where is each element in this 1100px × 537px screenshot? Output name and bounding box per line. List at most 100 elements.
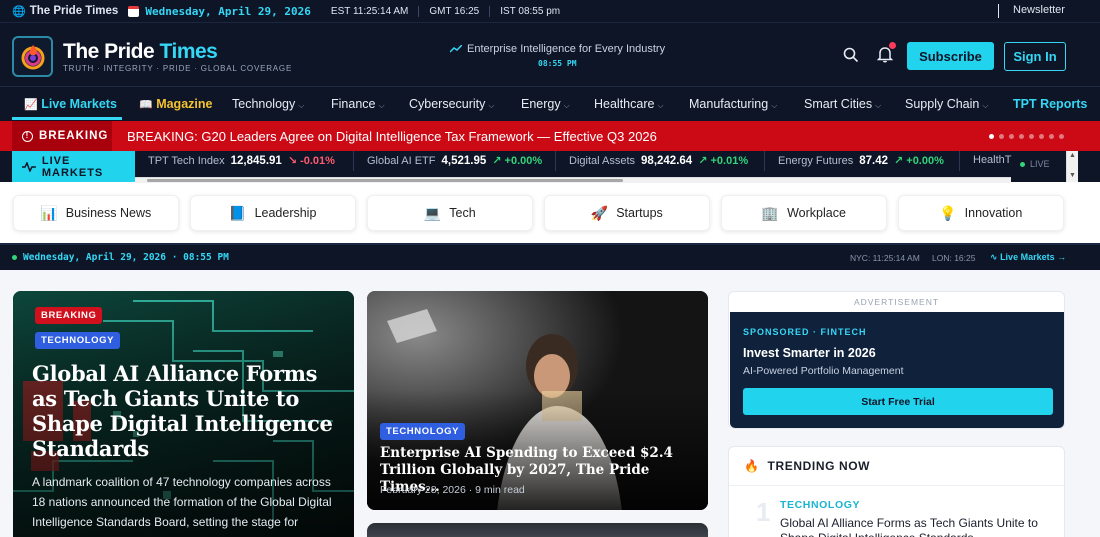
article-card[interactable] (367, 523, 708, 537)
pager-dot[interactable] (989, 134, 994, 139)
trending-headline[interactable]: Global AI Alliance Forms as Tech Giants … (780, 516, 1050, 537)
notification-dot (889, 42, 896, 49)
london-clock: LON: 16:25 (932, 253, 976, 263)
category-leadership[interactable]: 📘 Leadership (190, 195, 356, 231)
category-badge[interactable]: TECHNOLOGY (380, 423, 466, 440)
category-business-news[interactable]: 📊 Business News (13, 195, 179, 231)
ticker-item[interactable]: HealthT (973, 154, 1012, 166)
chevron-down-icon: ⌵ (657, 101, 664, 110)
ticker-label: LIVE MARKETS (12, 151, 135, 182)
rocket-icon: 🚀 (590, 204, 608, 221)
ticker-divider (555, 151, 556, 171)
ad-banner[interactable]: SPONSORED · FINTECH Invest Smarter in 20… (730, 312, 1064, 428)
nav-magazine[interactable]: 📖 Magazine (139, 97, 212, 111)
header-time: 08:55 PM (538, 59, 577, 68)
live-dot-icon (1020, 161, 1025, 167)
nav-supply-chain[interactable]: Supply Chain ⌵ (905, 97, 988, 111)
pager-dot[interactable] (999, 134, 1004, 139)
alert-icon: ! (22, 130, 33, 142)
breaking-label: ! BREAKING (12, 121, 112, 151)
category-startups[interactable]: 🚀 Startups (544, 195, 710, 231)
ticker-item[interactable]: Energy Futures 87.42 ↗ +0.00% (778, 154, 944, 167)
gmt-clock: GMT 16:25 (418, 5, 479, 17)
breaking-badge: BREAKING (35, 307, 103, 324)
chart-icon: 📊 (40, 204, 58, 221)
pager-dot[interactable] (1039, 134, 1044, 139)
trend-up-icon: ↗ (492, 155, 502, 167)
nav-technology[interactable]: Technology ⌵ (232, 97, 304, 111)
pager-dot[interactable] (1029, 134, 1034, 139)
nav-cybersecurity[interactable]: Cybersecurity ⌵ (409, 97, 495, 111)
search-icon[interactable] (843, 47, 859, 63)
hero-article-card[interactable]: BREAKING TECHNOLOGY Global AI Alliance F… (13, 291, 354, 537)
pager-dot[interactable] (1009, 134, 1014, 139)
article-card[interactable]: TECHNOLOGY Enterprise AI Spending to Exc… (367, 291, 708, 510)
live-indicator: LIVE (1020, 159, 1050, 169)
trend-up-icon: ↗ (893, 155, 904, 167)
scroll-down-icon[interactable]: ▼ (1069, 172, 1076, 179)
chevron-down-icon: ⌵ (771, 101, 778, 110)
ad-sponsor: SPONSORED · FINTECH (743, 327, 867, 337)
newsletter-link[interactable]: Newsletter (1013, 4, 1065, 16)
nav-manufacturing[interactable]: Manufacturing ⌵ (689, 97, 777, 111)
scroll-up-icon[interactable]: ▲ (1069, 152, 1076, 159)
header-tagline: Enterprise Intelligence for Every Indust… (450, 43, 670, 55)
chevron-down-icon: ⌵ (563, 101, 570, 110)
logo-wordmark[interactable]: The Pride Times (63, 40, 218, 64)
active-nav-indicator (12, 117, 122, 120)
pulse-icon: ∿ (990, 252, 998, 262)
main-nav: 📈 Live Markets 📖 Magazine Technology ⌵ Fi… (0, 86, 1100, 121)
sign-in-button[interactable]: Sign In (1004, 42, 1066, 71)
category-workplace[interactable]: 🏢 Workplace (721, 195, 887, 231)
trend-down-icon: ↘ (287, 155, 298, 167)
date-strip-live-markets-link[interactable]: ∿ Live Markets → (990, 252, 1066, 263)
ticker-item[interactable]: TPT Tech Index 12,845.91 ↘ -0.01% (148, 154, 335, 167)
advertisement: ADVERTISEMENT SPONSORED · FINTECH Invest… (728, 291, 1065, 429)
trending-header: 🔥 TRENDING NOW (744, 459, 871, 473)
hero-excerpt: A landmark coalition of 47 technology co… (32, 475, 332, 537)
ad-subtitle: AI-Powered Portfolio Management (743, 365, 904, 377)
pulse-icon (22, 161, 36, 172)
trend-up-icon (450, 45, 462, 53)
subscribe-button[interactable]: Subscribe (907, 42, 994, 70)
category-tech[interactable]: 💻 Tech (367, 195, 533, 231)
book-icon: 📘 (228, 204, 247, 221)
flame-icon: 🔥 (744, 459, 760, 473)
breaking-pager (989, 134, 1064, 139)
bulb-icon: 💡 (938, 204, 957, 221)
ticker-item[interactable]: Global AI ETF 4,521.95 ↗ +0.00% (367, 154, 542, 167)
nav-tpt-reports[interactable]: TPT Reports (1013, 97, 1087, 111)
pager-dot[interactable] (1019, 134, 1024, 139)
top-brand[interactable]: 🌐 The Pride Times (0, 5, 118, 18)
breaking-bar: ! BREAKING BREAKING: G20 Leaders Agree o… (0, 121, 1100, 151)
chevron-down-icon: ⌵ (488, 101, 495, 110)
ticker-divider (353, 151, 354, 171)
hero-title[interactable]: Global AI Alliance Forms as Tech Giants … (32, 361, 337, 461)
nav-live-markets[interactable]: 📈 Live Markets (24, 97, 117, 111)
nyc-clock: NYC: 11:25:14 AM (850, 253, 920, 263)
scrollbar-thumb[interactable] (147, 179, 623, 182)
ticker-vertical-scrollbar[interactable]: ▲ ▼ (1066, 151, 1078, 182)
building-icon: 🏢 (761, 204, 779, 221)
logo-tagline: TRUTH · INTEGRITY · PRIDE · GLOBAL COVER… (63, 64, 293, 73)
trending-category[interactable]: TECHNOLOGY (780, 499, 860, 511)
category-badge[interactable]: TECHNOLOGY (35, 332, 121, 349)
pager-dot[interactable] (1049, 134, 1054, 139)
nav-healthcare[interactable]: Healthcare ⌵ (594, 97, 664, 111)
logo-mark[interactable] (12, 36, 53, 77)
category-innovation[interactable]: 💡 Innovation (898, 195, 1064, 231)
breaking-headline[interactable]: BREAKING: G20 Leaders Agree on Digital I… (127, 129, 657, 144)
logo-flame-icon (21, 44, 44, 69)
trending-rank: 1 (756, 497, 771, 527)
chevron-down-icon: ⌵ (378, 101, 385, 110)
nav-energy[interactable]: Energy ⌵ (521, 97, 570, 111)
start-free-trial-button[interactable]: Start Free Trial (743, 388, 1053, 415)
pager-dot[interactable] (1059, 134, 1064, 139)
est-clock: EST 11:25:14 AM (330, 5, 409, 17)
date-strip-date: Wednesday, April 29, 2026 · 08:55 PM (12, 252, 229, 263)
nav-finance[interactable]: Finance ⌵ (331, 97, 385, 111)
chevron-down-icon: ⌵ (298, 101, 305, 110)
ticker-item[interactable]: Digital Assets 98,242.64 ↗ +0.01% (569, 154, 748, 167)
status-dot-icon (12, 255, 17, 260)
nav-smart-cities[interactable]: Smart Cities ⌵ (804, 97, 881, 111)
